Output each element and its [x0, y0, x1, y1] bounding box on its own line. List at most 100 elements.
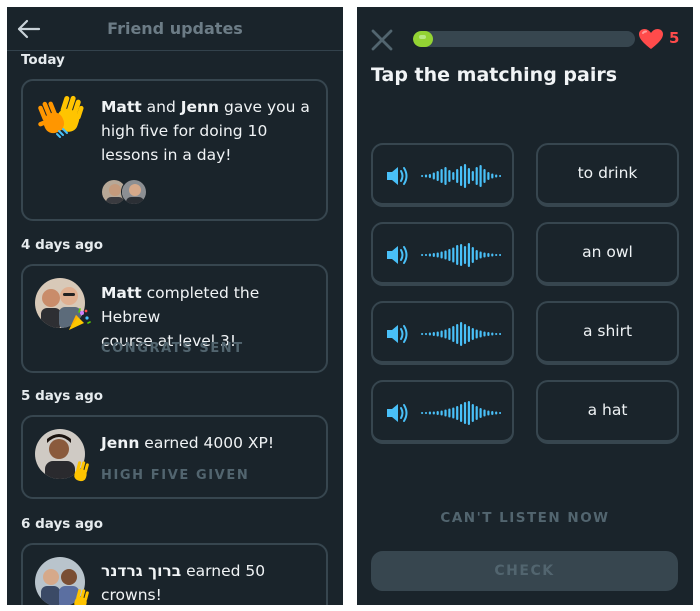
waveform-bar: [483, 252, 486, 258]
audio-tile-1[interactable]: [371, 143, 514, 207]
speaker-icon: [387, 404, 408, 422]
waveform-bar: [460, 244, 463, 266]
friend-updates-panel: Friend updates Today Matt and Jenn gave …: [7, 7, 343, 605]
close-icon[interactable]: [369, 27, 395, 53]
word-tile-a-shirt[interactable]: a shirt: [536, 301, 679, 365]
waveform-bar: [491, 173, 494, 179]
section-label-today: Today: [21, 52, 65, 68]
waveform-bar: [460, 404, 463, 422]
waveform-bar: [475, 250, 478, 260]
waveform-bar: [448, 170, 451, 182]
waveform-bar: [475, 167, 478, 185]
status-congrats-sent: CONGRATS SENT: [101, 341, 244, 356]
waveform-bar: [483, 409, 486, 417]
waveform-bar: [499, 254, 501, 256]
waveform-bar: [428, 411, 431, 415]
speaker-icon: [387, 167, 408, 185]
waveform-bar: [479, 165, 482, 187]
waveform-bar: [479, 408, 482, 418]
word-tile-an-owl[interactable]: an owl: [536, 222, 679, 286]
cant-listen-button[interactable]: CAN'T LISTEN NOW: [357, 510, 693, 526]
waveform-bar: [428, 174, 431, 178]
waveform-bar: [495, 333, 498, 335]
waveform-bar: [440, 169, 443, 183]
waveform-bar: [495, 411, 498, 415]
waveform-bar: [452, 326, 455, 342]
speaker-icon: [387, 325, 408, 343]
update-card-high-five[interactable]: Matt and Jenn gave you a high five for d…: [21, 79, 328, 221]
waveform-bar: [475, 406, 478, 420]
audio-tile-4[interactable]: [371, 380, 514, 444]
speaker-icon: [387, 246, 408, 264]
waveform-icon: [421, 322, 501, 346]
waveform-bar: [495, 254, 498, 256]
waveform-bar: [440, 251, 443, 259]
waveform-bar: [444, 250, 447, 260]
lesson-progress-bar: [413, 31, 635, 47]
waveform-bar: [471, 171, 474, 181]
check-button[interactable]: CHECK: [371, 551, 678, 591]
waveform-bar: [432, 253, 435, 257]
waveform-bar: [421, 333, 424, 335]
waveform-bar: [421, 175, 424, 177]
waveform-bar: [424, 412, 428, 414]
audio-tile-2[interactable]: [371, 222, 514, 286]
lesson-panel: 5 Tap the matching pairs to drink an owl…: [357, 7, 693, 605]
waveform-bar: [436, 252, 439, 258]
waveform-bar: [428, 253, 431, 257]
status-high-five-given: HIGH FIVE GIVEN: [101, 468, 250, 483]
waveform-bar: [499, 412, 501, 414]
update-card-course-complete[interactable]: Matt completed the Hebrew course at leve…: [21, 264, 328, 373]
update-text: Matt and Jenn gave you a high five for d…: [101, 98, 310, 164]
waveform-bar: [436, 171, 439, 181]
waveform-bar: [483, 169, 486, 183]
waveform-bar: [444, 167, 447, 185]
waveform-icon: [421, 164, 501, 188]
section-label-4-days: 4 days ago: [21, 237, 104, 253]
waveform-bar: [421, 412, 424, 414]
waveform-bar: [421, 254, 424, 256]
waveform-bar: [491, 411, 494, 415]
waveform-bar: [440, 330, 443, 338]
high-five-icon: [37, 95, 87, 139]
waveform-bar: [456, 324, 459, 344]
progress-fill: [413, 31, 433, 47]
section-label-6-days: 6 days ago: [21, 516, 104, 532]
hearts-count: 5: [669, 29, 680, 47]
waveform-bar: [483, 331, 486, 337]
waveform-bar: [432, 411, 435, 415]
avatar-friend-2: [121, 179, 147, 205]
waveform-bar: [432, 332, 435, 336]
waveform-bar: [471, 247, 474, 263]
waveform-bar: [487, 410, 490, 416]
waveform-bar: [463, 164, 467, 188]
waveform-bar: [467, 326, 470, 342]
update-card-xp[interactable]: Jenn earned 4000 XP! HIGH FIVE GIVEN: [21, 415, 328, 499]
party-popper-icon: [67, 308, 91, 332]
word-tile-to-drink[interactable]: to drink: [536, 143, 679, 207]
waveform-bar: [499, 333, 501, 335]
top-bar: Friend updates: [7, 7, 343, 51]
waveform-bar: [456, 169, 459, 183]
audio-tile-3[interactable]: [371, 301, 514, 365]
waveform-bar: [487, 253, 490, 257]
waveform-bar: [460, 322, 463, 346]
waveform-bar: [456, 406, 459, 420]
waveform-bar: [452, 172, 455, 180]
waveform-bar: [491, 253, 494, 257]
update-card-crowns[interactable]: ברוך גרדנר earned 50 crowns!: [21, 543, 328, 605]
waveform-bar: [471, 328, 474, 340]
waveform-bar: [479, 330, 482, 338]
waveform-bar: [448, 328, 451, 340]
update-text: Jenn earned 4000 XP!: [101, 434, 275, 452]
heart-icon: [638, 28, 664, 50]
waveform-bar: [499, 175, 501, 177]
waveform-bar: [452, 407, 455, 419]
waveform-bar: [487, 332, 490, 336]
word-tile-a-hat[interactable]: a hat: [536, 380, 679, 444]
waveform-bar: [467, 168, 470, 184]
waveform-bar: [424, 174, 428, 178]
waveform-bar: [463, 324, 467, 344]
waveform-bar: [467, 401, 470, 425]
waveform-bar: [448, 408, 451, 418]
